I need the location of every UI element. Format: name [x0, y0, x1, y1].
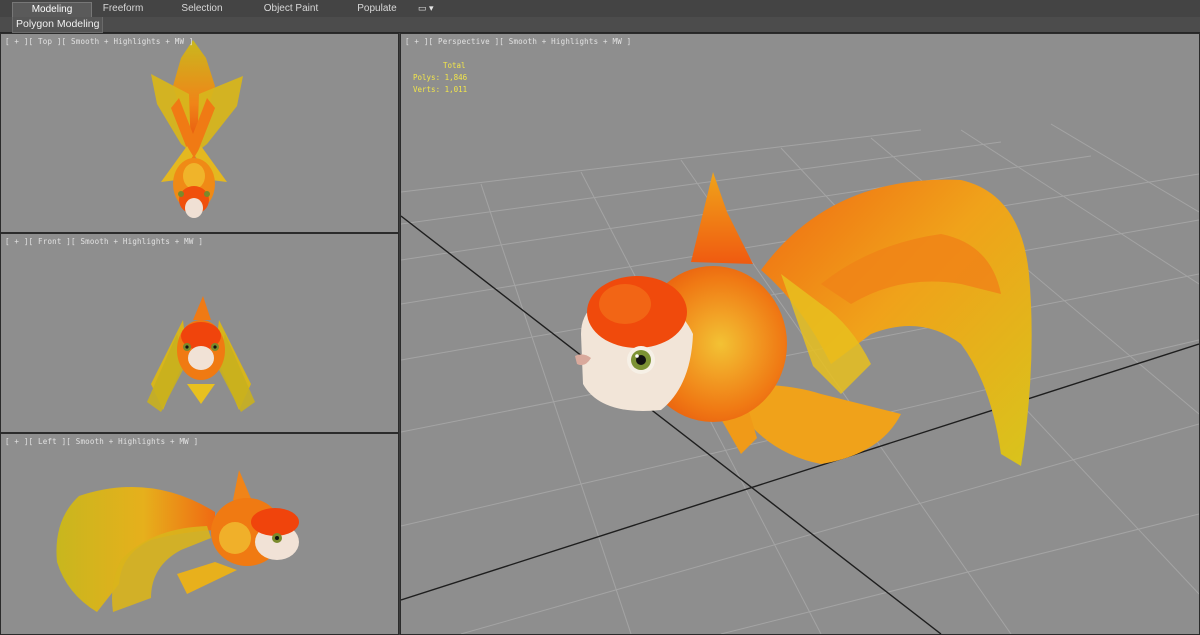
- stats-polys: Polys: 1,846: [413, 73, 468, 82]
- camera-icon[interactable]: ▭ ▾: [418, 2, 444, 15]
- perspective-grid-and-goldfish: [401, 123, 1199, 634]
- grid-axis-y: [401, 343, 1199, 601]
- scene-statistics: Total Polys: 1,846 Verts: 1,011: [413, 60, 467, 96]
- stats-verts: Verts: 1,011: [413, 85, 468, 94]
- tab-modeling[interactable]: Modeling: [12, 2, 92, 17]
- ribbon-tab-bar: Modeling Freeform Selection Object Paint…: [0, 0, 1200, 18]
- left-view-goldfish: [56, 470, 299, 612]
- stats-header: Total: [443, 61, 466, 70]
- viewport-front[interactable]: [ + ][ Front ][ Smooth + Highlights + MW…: [0, 233, 399, 433]
- polygon-modeling-panel[interactable]: Polygon Modeling: [12, 17, 104, 33]
- viewport-left[interactable]: [ + ][ Left ][ Smooth + Highlights + MW …: [0, 433, 399, 635]
- tab-freeform[interactable]: Freeform: [90, 2, 156, 16]
- goldfish-model: [575, 172, 1032, 466]
- front-view-goldfish: [147, 296, 255, 412]
- top-view-goldfish: [151, 40, 243, 218]
- viewport-perspective[interactable]: [ + ][ Perspective ][ Smooth + Highlight…: [400, 33, 1200, 635]
- viewport-label-front[interactable]: [ + ][ Front ][ Smooth + Highlights + MW…: [5, 237, 203, 246]
- tab-object-paint[interactable]: Object Paint: [252, 2, 330, 16]
- viewport-label-left[interactable]: [ + ][ Left ][ Smooth + Highlights + MW …: [5, 437, 198, 446]
- ribbon-panel-bar: Polygon Modeling: [0, 17, 1200, 33]
- viewport-label-perspective[interactable]: [ + ][ Perspective ][ Smooth + Highlight…: [405, 37, 631, 46]
- viewport-top[interactable]: [ + ][ Top ][ Smooth + Highlights + MW ]: [0, 33, 399, 233]
- tab-selection[interactable]: Selection: [168, 2, 236, 16]
- viewport-label-top[interactable]: [ + ][ Top ][ Smooth + Highlights + MW ]: [5, 37, 194, 46]
- tab-populate[interactable]: Populate: [344, 2, 410, 16]
- grid-lines: [401, 123, 1199, 634]
